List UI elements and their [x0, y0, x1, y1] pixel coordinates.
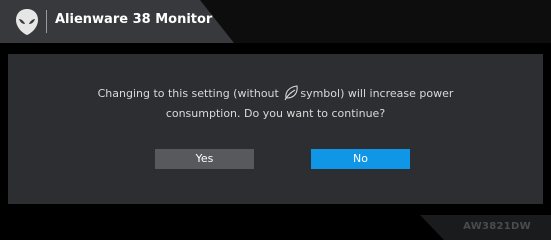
no-button[interactable]: No	[311, 149, 410, 169]
yes-button[interactable]: Yes	[155, 149, 254, 169]
model-label: AW3821DW	[463, 221, 531, 232]
header-divider	[46, 10, 47, 33]
osd-screen: Alienware 38 Monitor Changing to this se…	[0, 0, 551, 240]
confirmation-dialog: Changing to this setting (without symbol…	[8, 54, 543, 204]
header-bar: Alienware 38 Monitor	[0, 0, 551, 43]
dialog-message: Changing to this setting (without symbol…	[8, 84, 543, 124]
message-text-part2: symbol) will increase power	[300, 87, 454, 100]
alienware-logo-icon	[16, 9, 38, 35]
message-text-line2: consumption. Do you want to continue?	[165, 107, 386, 120]
header-tab: Alienware 38 Monitor	[0, 0, 234, 43]
leaf-eco-icon	[284, 85, 299, 101]
message-text-part1: Changing to this setting (without	[97, 87, 279, 100]
header-title: Alienware 38 Monitor	[55, 12, 213, 27]
